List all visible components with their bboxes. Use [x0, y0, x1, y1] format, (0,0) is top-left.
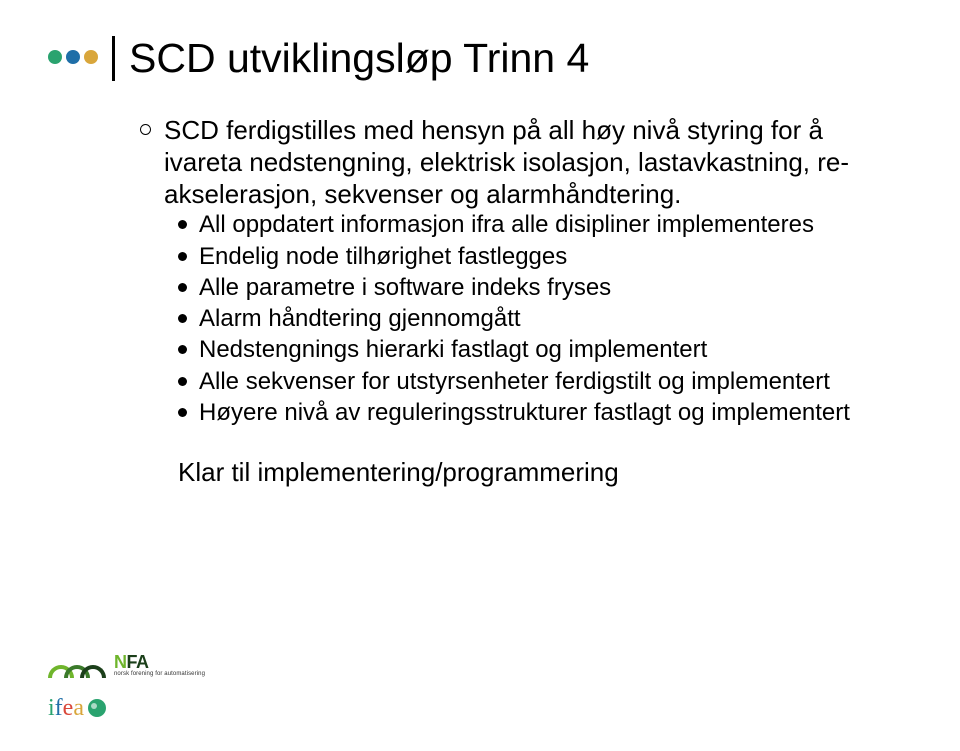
bullet-text: SCD ferdigstilles med hensyn på all høy …: [164, 115, 902, 210]
bullet-filled-icon: [178, 377, 187, 386]
page-title: SCD utviklingsløp Trinn 4: [129, 36, 589, 81]
bullet-filled-icon: [178, 220, 187, 229]
list-item: All oppdatert informasjon ifra alle disi…: [178, 210, 902, 239]
bullet-filled-icon: [178, 345, 187, 354]
bullet-open-icon: [140, 124, 151, 135]
ifea-text: ifea: [48, 695, 84, 722]
bullet-filled-icon: [178, 314, 187, 323]
sub-bullet-text: Høyere nivå av reguleringsstrukturer fas…: [199, 398, 850, 427]
sub-bullet-text: Alle sekvenser for utstyrsenheter ferdig…: [199, 367, 830, 396]
decor-dot-1: [48, 50, 62, 64]
list-item: Endelig node tilhørighet fastlegges: [178, 242, 902, 271]
decor-dots: [48, 50, 98, 64]
content-area: SCD ferdigstilles med hensyn på all høy …: [140, 115, 902, 488]
nfa-main-label: NFA: [114, 653, 205, 671]
list-item: Nedstengnings hierarki fastlagt og imple…: [178, 335, 902, 364]
list-item: Alarm håndtering gjennomgått: [178, 304, 902, 333]
nfa-text: NFA norsk forening for automatisering: [114, 653, 205, 677]
list-item: Høyere nivå av reguleringsstrukturer fas…: [178, 398, 902, 427]
list-item: Alle sekvenser for utstyrsenheter ferdig…: [178, 367, 902, 396]
logos: NFA norsk forening for automatisering if…: [48, 651, 205, 723]
bullet-filled-icon: [178, 252, 187, 261]
nfa-arcs-icon: [48, 651, 108, 679]
sub-bullet-list: All oppdatert informasjon ifra alle disi…: [178, 210, 902, 427]
ifea-logo: ifea: [48, 693, 205, 723]
title-row: SCD utviklingsløp Trinn 4: [48, 36, 912, 81]
decor-dot-3: [84, 50, 98, 64]
sub-bullet-text: Alarm håndtering gjennomgått: [199, 304, 521, 333]
sub-bullet-text: All oppdatert informasjon ifra alle disi…: [199, 210, 814, 239]
sub-bullet-text: Endelig node tilhørighet fastlegges: [199, 242, 567, 271]
sub-bullet-text: Alle parametre i software indeks fryses: [199, 273, 611, 302]
title-block: SCD utviklingsløp Trinn 4: [112, 36, 589, 81]
slide: SCD utviklingsløp Trinn 4 SCD ferdigstil…: [0, 0, 960, 751]
list-item: SCD ferdigstilles med hensyn på all høy …: [140, 115, 902, 488]
nfa-logo: NFA norsk forening for automatisering: [48, 651, 205, 679]
bullet-filled-icon: [178, 283, 187, 292]
bullet-list: SCD ferdigstilles med hensyn på all høy …: [140, 115, 902, 488]
sub-bullet-text: Nedstengnings hierarki fastlagt og imple…: [199, 335, 707, 364]
final-line: Klar til implementering/programmering: [178, 457, 902, 488]
title-separator: [112, 36, 115, 81]
ifea-globe-icon: [88, 699, 106, 717]
bullet-filled-icon: [178, 408, 187, 417]
nfa-sub-label: norsk forening for automatisering: [114, 671, 205, 677]
decor-dot-2: [66, 50, 80, 64]
list-item: Alle parametre i software indeks fryses: [178, 273, 902, 302]
